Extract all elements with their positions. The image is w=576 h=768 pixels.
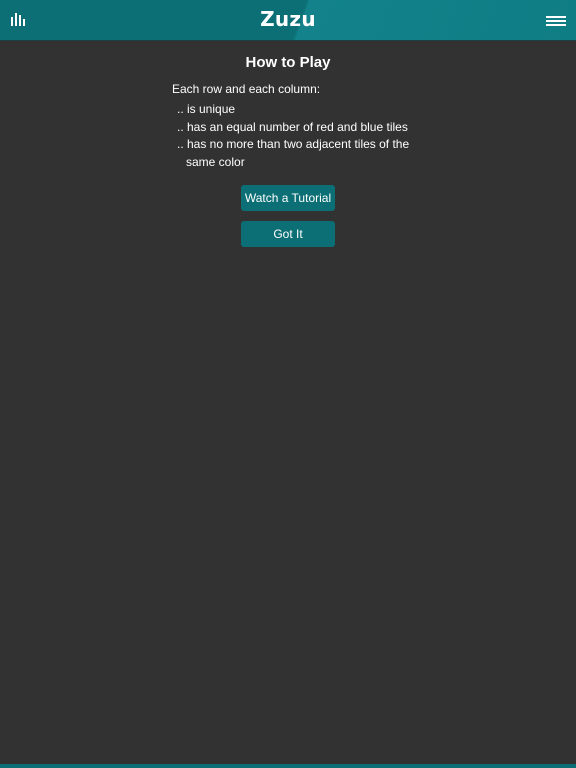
bottom-bar	[0, 764, 576, 768]
rule-item: .. has an equal number of red and blue t…	[177, 119, 408, 134]
top-bar: Zuzu	[0, 0, 576, 40]
rule-item: .. is unique	[177, 102, 236, 116]
hamburger-menu-icon[interactable]	[546, 14, 566, 26]
app-title: Zuzu	[260, 7, 316, 31]
got-it-button[interactable]: Got It	[241, 221, 335, 247]
game-screen: Zuzu How to Play Each row and each colum…	[0, 0, 576, 768]
rules-list: .. is unique .. has an equal number of r…	[177, 101, 411, 171]
rule-item: .. has no more than two adjacent tiles o…	[177, 137, 410, 169]
watch-tutorial-button[interactable]: Watch a Tutorial	[241, 185, 335, 211]
how-to-play-title: How to Play	[245, 54, 331, 71]
rules-intro: Each row and each column:	[172, 82, 321, 96]
